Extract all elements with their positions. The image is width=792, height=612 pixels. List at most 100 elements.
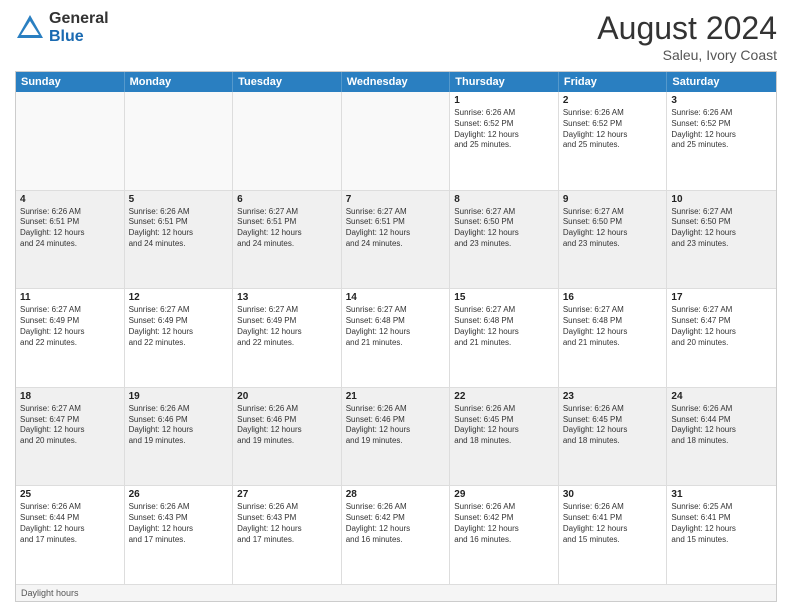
day-number: 13 xyxy=(237,292,337,303)
day-number: 24 xyxy=(671,391,772,402)
day-number: 4 xyxy=(20,194,120,205)
day-number: 31 xyxy=(671,489,772,500)
calendar-header-cell: Thursday xyxy=(450,72,559,92)
table-row: 24Sunrise: 6:26 AM Sunset: 6:44 PM Dayli… xyxy=(667,388,776,486)
calendar-row: 1 Sunrise: 6:26 AM Sunset: 6:52 PM Daylig… xyxy=(16,92,776,191)
calendar-row: 11 Sunrise: 6:27 AM Sunset: 6:49 PM Dayli… xyxy=(16,289,776,388)
table-row: 3 Sunrise: 6:26 AM Sunset: 6:52 PM Daylig… xyxy=(667,92,776,190)
table-row: 1 Sunrise: 6:26 AM Sunset: 6:52 PM Daylig… xyxy=(450,92,559,190)
day-number: 19 xyxy=(129,391,229,402)
table-row: 23 Sunrise: 6:26 AM Sunset: 6:45 PM Dayli… xyxy=(559,388,668,486)
month-year: August 2024 xyxy=(597,10,777,47)
day-info: Sunrise: 6:26 AM Sunset: 6:43 PM Dayligh… xyxy=(237,502,337,545)
day-number: 25 xyxy=(20,489,120,500)
calendar: SundayMondayTuesdayWednesdayThursdayFrid… xyxy=(15,71,777,602)
day-number: 23 xyxy=(563,391,663,402)
table-row xyxy=(342,92,451,190)
day-number: 30 xyxy=(563,489,663,500)
calendar-header-cell: Tuesday xyxy=(233,72,342,92)
day-info: Sunrise: 6:26 AM Sunset: 6:46 PM Dayligh… xyxy=(129,404,229,447)
table-row: 10 Sunrise: 6:27 AM Sunset: 6:50 PM Dayli… xyxy=(667,191,776,289)
title-block: August 2024 Saleu, Ivory Coast xyxy=(597,10,777,63)
day-number: 14 xyxy=(346,292,446,303)
calendar-header: SundayMondayTuesdayWednesdayThursdayFrid… xyxy=(16,72,776,92)
day-number: 5 xyxy=(129,194,229,205)
day-info: Sunrise: 6:26 AM Sunset: 6:42 PM Dayligh… xyxy=(454,502,554,545)
calendar-header-cell: Sunday xyxy=(16,72,125,92)
day-number: 11 xyxy=(20,292,120,303)
day-info: Sunrise: 6:25 AM Sunset: 6:41 PM Dayligh… xyxy=(671,502,772,545)
location: Saleu, Ivory Coast xyxy=(597,47,777,63)
day-info: Sunrise: 6:27 AM Sunset: 6:50 PM Dayligh… xyxy=(454,207,554,250)
table-row: 28Sunrise: 6:26 AM Sunset: 6:42 PM Dayli… xyxy=(342,486,451,584)
day-info: Sunrise: 6:26 AM Sunset: 6:52 PM Dayligh… xyxy=(563,108,663,151)
calendar-header-cell: Saturday xyxy=(667,72,776,92)
day-info: Sunrise: 6:27 AM Sunset: 6:51 PM Dayligh… xyxy=(237,207,337,250)
day-info: Sunrise: 6:27 AM Sunset: 6:50 PM Dayligh… xyxy=(671,207,772,250)
day-number: 10 xyxy=(671,194,772,205)
day-number: 20 xyxy=(237,391,337,402)
table-row: 9 Sunrise: 6:27 AM Sunset: 6:50 PM Daylig… xyxy=(559,191,668,289)
day-number: 27 xyxy=(237,489,337,500)
day-info: Sunrise: 6:26 AM Sunset: 6:52 PM Dayligh… xyxy=(671,108,772,151)
calendar-header-cell: Wednesday xyxy=(342,72,451,92)
calendar-row: 4 Sunrise: 6:26 AM Sunset: 6:51 PM Daylig… xyxy=(16,191,776,290)
day-number: 17 xyxy=(671,292,772,303)
day-info: Sunrise: 6:26 AM Sunset: 6:51 PM Dayligh… xyxy=(129,207,229,250)
table-row: 12 Sunrise: 6:27 AM Sunset: 6:49 PM Dayli… xyxy=(125,289,234,387)
day-info: Sunrise: 6:26 AM Sunset: 6:52 PM Dayligh… xyxy=(454,108,554,151)
day-number: 8 xyxy=(454,194,554,205)
day-info: Sunrise: 6:27 AM Sunset: 6:48 PM Dayligh… xyxy=(346,305,446,348)
day-number: 12 xyxy=(129,292,229,303)
day-info: Sunrise: 6:26 AM Sunset: 6:51 PM Dayligh… xyxy=(20,207,120,250)
table-row: 6 Sunrise: 6:27 AM Sunset: 6:51 PM Daylig… xyxy=(233,191,342,289)
logo-blue: Blue xyxy=(49,28,109,46)
day-number: 16 xyxy=(563,292,663,303)
day-info: Sunrise: 6:27 AM Sunset: 6:49 PM Dayligh… xyxy=(129,305,229,348)
day-number: 29 xyxy=(454,489,554,500)
table-row: 26Sunrise: 6:26 AM Sunset: 6:43 PM Dayli… xyxy=(125,486,234,584)
day-number: 15 xyxy=(454,292,554,303)
day-number: 22 xyxy=(454,391,554,402)
table-row: 21 Sunrise: 6:26 AM Sunset: 6:46 PM Dayli… xyxy=(342,388,451,486)
table-row: 5 Sunrise: 6:26 AM Sunset: 6:51 PM Daylig… xyxy=(125,191,234,289)
day-number: 26 xyxy=(129,489,229,500)
table-row: 11Sunrise: 6:27 AM Sunset: 6:49 PM Dayli… xyxy=(16,289,125,387)
calendar-header-cell: Friday xyxy=(559,72,668,92)
day-info: Sunrise: 6:27 AM Sunset: 6:50 PM Dayligh… xyxy=(563,207,663,250)
logo-text: General Blue xyxy=(49,10,109,45)
table-row: 20 Sunrise: 6:26 AM Sunset: 6:46 PM Dayli… xyxy=(233,388,342,486)
table-row: 8 Sunrise: 6:27 AM Sunset: 6:50 PM Daylig… xyxy=(450,191,559,289)
table-row: 7 Sunrise: 6:27 AM Sunset: 6:51 PM Daylig… xyxy=(342,191,451,289)
table-row: 14 Sunrise: 6:27 AM Sunset: 6:48 PM Dayli… xyxy=(342,289,451,387)
day-info: Sunrise: 6:27 AM Sunset: 6:49 PM Dayligh… xyxy=(237,305,337,348)
day-info: Sunrise: 6:27 AM Sunset: 6:51 PM Dayligh… xyxy=(346,207,446,250)
day-info: Sunrise: 6:27 AM Sunset: 6:47 PM Dayligh… xyxy=(20,404,120,447)
day-number: 9 xyxy=(563,194,663,205)
day-info: Sunrise: 6:27 AM Sunset: 6:47 PM Dayligh… xyxy=(671,305,772,348)
day-info: Sunrise: 6:26 AM Sunset: 6:45 PM Dayligh… xyxy=(454,404,554,447)
day-info: Sunrise: 6:26 AM Sunset: 6:45 PM Dayligh… xyxy=(563,404,663,447)
day-info: Sunrise: 6:26 AM Sunset: 6:41 PM Dayligh… xyxy=(563,502,663,545)
table-row xyxy=(233,92,342,190)
day-info: Sunrise: 6:26 AM Sunset: 6:46 PM Dayligh… xyxy=(237,404,337,447)
table-row: 13 Sunrise: 6:27 AM Sunset: 6:49 PM Dayli… xyxy=(233,289,342,387)
table-row: 4 Sunrise: 6:26 AM Sunset: 6:51 PM Daylig… xyxy=(16,191,125,289)
day-number: 3 xyxy=(671,95,772,106)
day-number: 7 xyxy=(346,194,446,205)
page: General Blue August 2024 Saleu, Ivory Co… xyxy=(0,0,792,612)
footer-note: Daylight hours xyxy=(16,584,776,601)
day-number: 1 xyxy=(454,95,554,106)
table-row: 17 Sunrise: 6:27 AM Sunset: 6:47 PM Dayli… xyxy=(667,289,776,387)
day-info: Sunrise: 6:26 AM Sunset: 6:44 PM Dayligh… xyxy=(20,502,120,545)
table-row: 18Sunrise: 6:27 AM Sunset: 6:47 PM Dayli… xyxy=(16,388,125,486)
header: General Blue August 2024 Saleu, Ivory Co… xyxy=(15,10,777,63)
calendar-row: 18Sunrise: 6:27 AM Sunset: 6:47 PM Dayli… xyxy=(16,388,776,487)
day-number: 21 xyxy=(346,391,446,402)
day-number: 28 xyxy=(346,489,446,500)
day-info: Sunrise: 6:26 AM Sunset: 6:46 PM Dayligh… xyxy=(346,404,446,447)
day-number: 6 xyxy=(237,194,337,205)
logo-general: General xyxy=(49,10,109,28)
table-row: 16Sunrise: 6:27 AM Sunset: 6:48 PM Dayli… xyxy=(559,289,668,387)
calendar-row: 25 Sunrise: 6:26 AM Sunset: 6:44 PM Dayli… xyxy=(16,486,776,584)
